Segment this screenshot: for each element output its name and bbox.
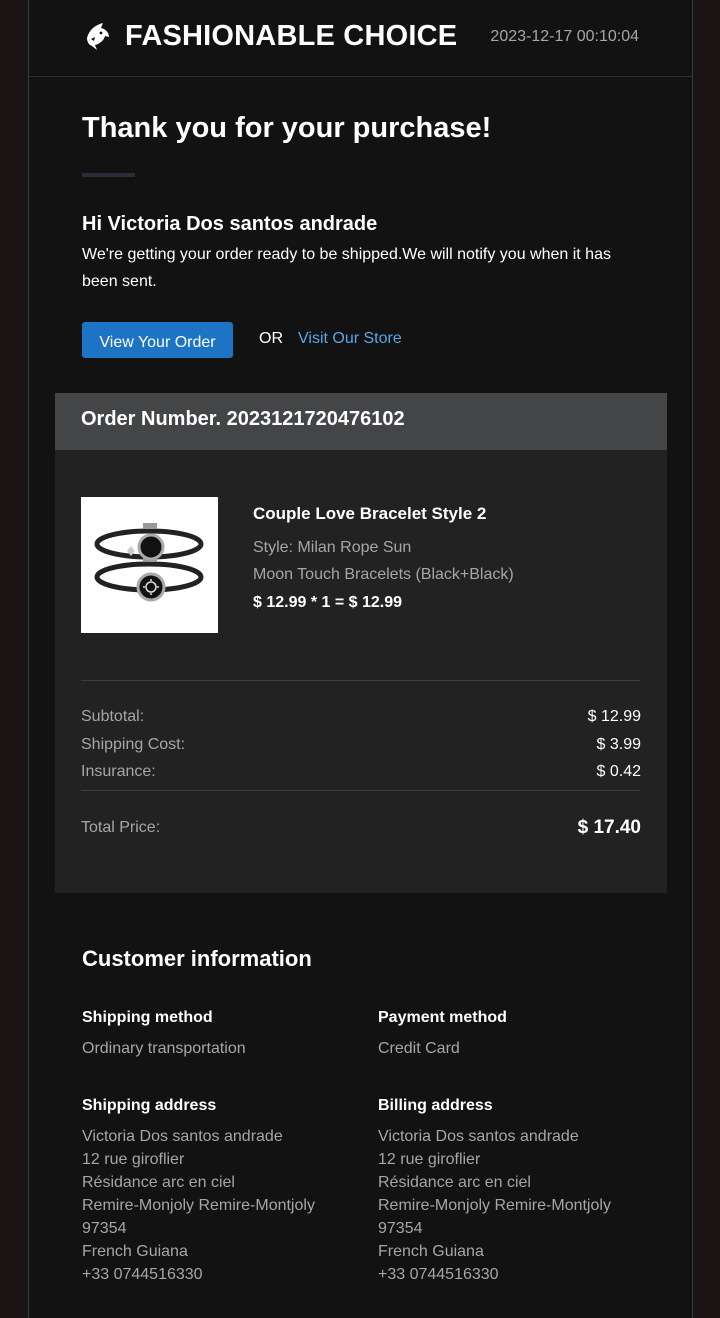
shipping-method-value: Ordinary transportation [82,1040,246,1057]
summary-divider [81,680,640,681]
address-line: French Guiana [378,1243,484,1260]
title-divider [82,173,135,177]
or-separator: OR [259,330,283,347]
order-number-bar: Order Number. 2023121720476102 [55,393,667,450]
shipping-address-label: Shipping address [82,1097,217,1114]
customer-info-title: Customer information [82,946,312,971]
address-line: Victoria Dos santos andrade [82,1128,283,1145]
payment-method-label: Payment method [378,1009,507,1026]
address-line: Remire-Monjoly Remire-Montjoly [378,1197,611,1214]
total-price-value: $ 17.40 [577,817,641,838]
address-line: 12 rue giroflier [378,1151,481,1168]
order-summary-card: Order Number. 2023121720476102 Couple Lo… [55,393,667,893]
order-number: Order Number. 2023121720476102 [81,408,405,430]
email-timestamp: 2023-12-17 00:10:04 [490,28,639,45]
total-divider [81,790,640,791]
email-header: FASHIONABLE CHOICE 2023-12-17 00:10:04 [29,0,692,77]
order-message: We're getting your order ready to be shi… [82,246,611,290]
billing-address-label: Billing address [378,1097,493,1114]
address-line: Résidance arc en ciel [82,1174,235,1191]
address-line: 97354 [82,1220,127,1237]
shark-logo-icon [83,20,111,52]
product-title[interactable]: Couple Love Bracelet Style 2 [253,504,486,524]
address-line: French Guiana [82,1243,188,1260]
shipping-cost-label: Shipping Cost: [81,736,186,753]
view-order-button[interactable]: View Your Order [82,322,233,358]
address-line: Résidance arc en ciel [378,1174,531,1191]
page-title: Thank you for your purchase! [82,112,492,144]
product-style: Style: Milan Rope Sun Moon Touch Bracele… [253,534,514,588]
insurance-value: $ 0.42 [596,763,641,780]
product-style-line: Moon Touch Bracelets (Black+Black) [253,566,514,583]
product-price: $ 12.99 * 1 = $ 12.99 [253,594,403,611]
address-line: Victoria Dos santos andrade [378,1128,579,1145]
product-style-line: Style: Milan Rope Sun [253,539,412,556]
visit-store-link[interactable]: Visit Our Store [298,330,402,348]
address-line: +33 0744516330 [378,1266,499,1283]
address-line: Remire-Monjoly Remire-Montjoly [82,1197,315,1214]
subtotal-label: Subtotal: [81,708,145,725]
subtotal-value: $ 12.99 [587,708,641,725]
shipping-cost-value: $ 3.99 [596,736,641,753]
billing-address: Victoria Dos santos andrade 12 rue girof… [378,1125,611,1286]
total-price-label: Total Price: [81,819,161,836]
brand-name: FASHIONABLE CHOICE [125,20,458,52]
shipping-method-label: Shipping method [82,1009,213,1026]
email-frame: FASHIONABLE CHOICE 2023-12-17 00:10:04 T… [28,0,693,1318]
address-line: 12 rue giroflier [82,1151,185,1168]
shipping-address: Victoria Dos santos andrade 12 rue girof… [82,1125,315,1286]
payment-method-value: Credit Card [378,1040,460,1057]
address-line: +33 0744516330 [82,1266,203,1283]
greeting: Hi Victoria Dos santos andrade [82,213,378,235]
product-image[interactable] [81,497,218,633]
address-line: 97354 [378,1220,423,1237]
insurance-label: Insurance: [81,763,156,780]
